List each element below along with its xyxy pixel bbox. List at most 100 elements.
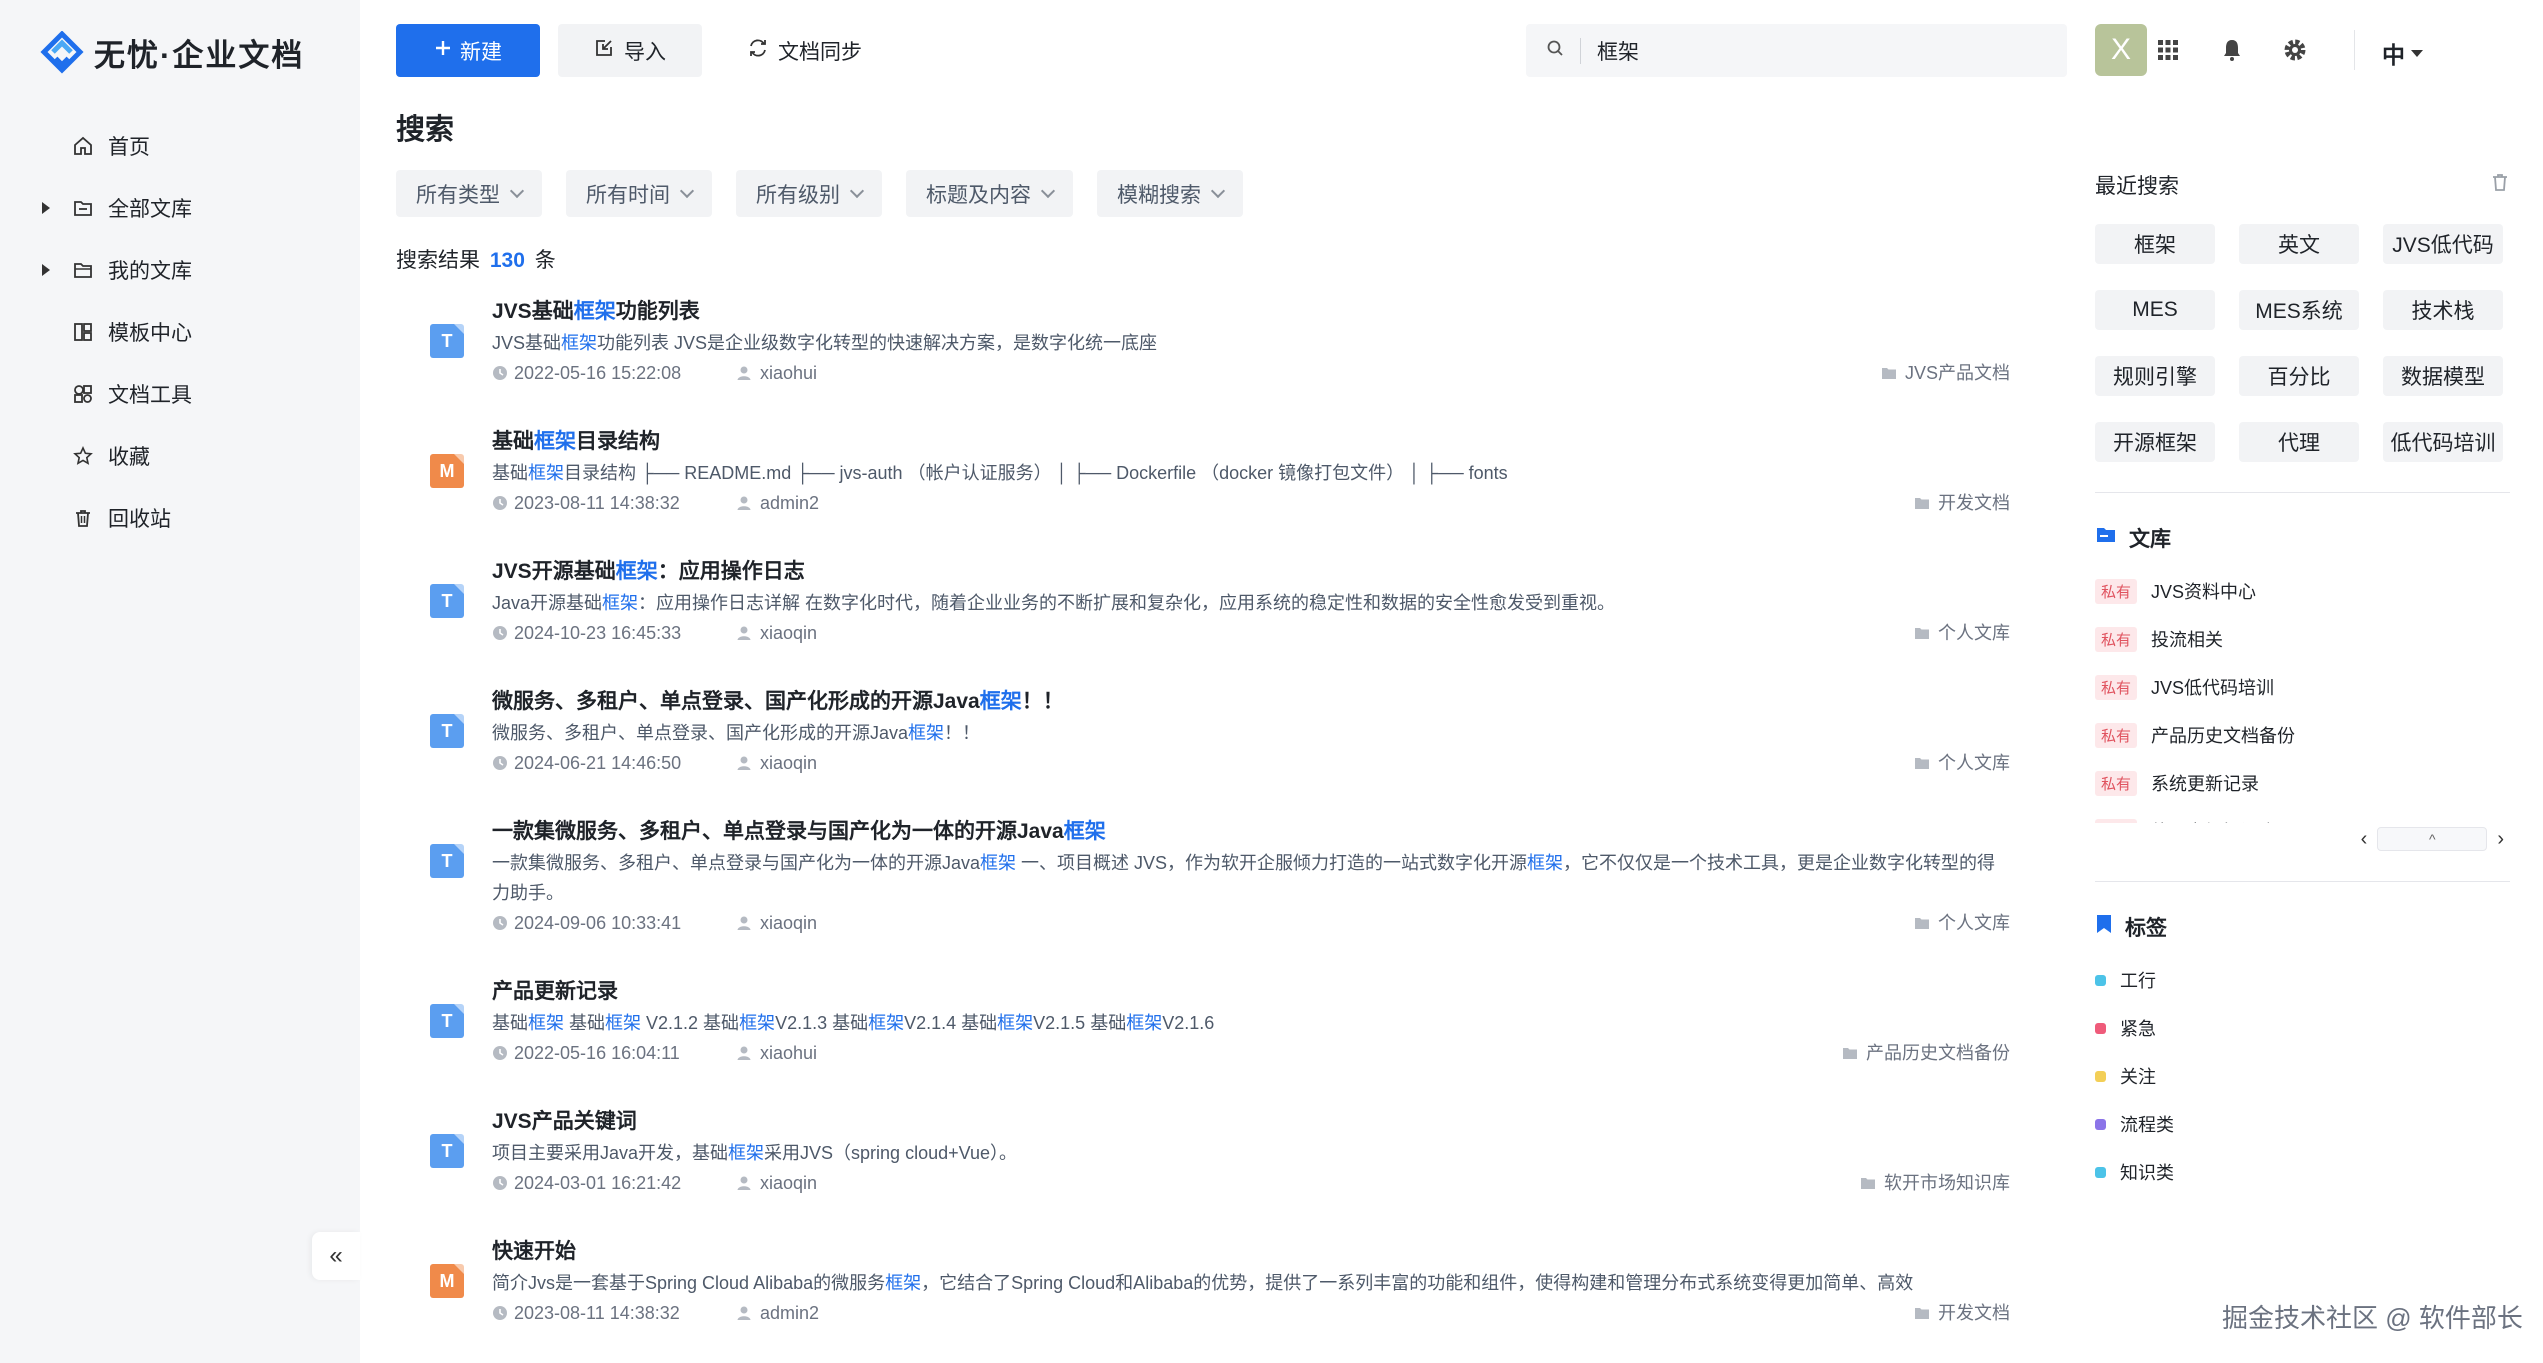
result-item[interactable]: T JVS开源基础框架：应用操作日志 Java开源基础框架：应用操作日志详解 在数字… (430, 556, 2010, 686)
result-item[interactable]: M 快速开始 简介Jvs是一套基于Spring Cloud Alibaba的微服务框… (430, 1236, 2010, 1363)
sync-button[interactable]: 文档同步 (720, 24, 890, 77)
result-library[interactable]: 开发文档 (1914, 488, 2010, 518)
sidebar-item-home[interactable]: 首页 (0, 115, 360, 177)
result-item[interactable]: T JVS基础框架功能列表 JVS基础框架功能列表 JVS是企业级数字化转型的快速解… (430, 296, 2010, 426)
library-item[interactable]: 私有 投流相关 (2095, 615, 2510, 663)
filter-label: 标题及内容 (926, 183, 1031, 207)
label-item[interactable]: 关注 (2095, 1052, 2510, 1100)
gear-icon[interactable] (2279, 34, 2311, 66)
result-title[interactable]: JVS产品关键词 (492, 1106, 2010, 1138)
sidebar-item-label: 收藏 (108, 446, 150, 469)
sidebar-item-label: 回收站 (108, 508, 171, 531)
result-library[interactable]: 开发文档 (1914, 1298, 2010, 1328)
private-badge: 私有 (2095, 818, 2138, 823)
library-name: 投流相关 (2151, 630, 2224, 650)
result-item[interactable]: T 微服务、多租户、单点登录、国产化形成的开源Java框架！！ 微服务、多租户、单点… (430, 686, 2010, 816)
language-switcher[interactable]: 中 (2382, 36, 2423, 70)
import-icon (594, 38, 614, 64)
text-doc-icon: T (430, 844, 464, 878)
result-library[interactable]: 产品历史文档备份 (1842, 1038, 2010, 1068)
collapse-sidebar-button[interactable]: « (312, 1232, 360, 1280)
bell-icon[interactable] (2216, 34, 2248, 66)
result-title[interactable]: 基础框架目录结构 (492, 426, 2010, 458)
result-library[interactable]: 个人文库 (1914, 618, 2010, 648)
recent-search-tag[interactable]: 规则引擎 (2095, 356, 2215, 396)
result-date: 2023-08-11 14:38:32 (492, 1298, 736, 1328)
sidebar-item-all-libraries[interactable]: 全部文库 (0, 177, 360, 239)
sidebar-item-favorites[interactable]: 收藏 (0, 425, 360, 487)
recent-search-tag[interactable]: 代理 (2239, 422, 2359, 462)
pager-next-icon[interactable]: › (2497, 828, 2504, 851)
new-button[interactable]: 新建 (396, 24, 540, 77)
label-item[interactable]: 紧急 (2095, 1004, 2510, 1052)
user-avatar[interactable]: X (2095, 24, 2147, 76)
label-name: 工行 (2120, 971, 2156, 991)
label-item[interactable]: 工行 (2095, 956, 2510, 1004)
recent-search-tag[interactable]: JVS低代码 (2383, 224, 2503, 264)
sidebar-nav: 首页 全部文库 我的文库 模板中心 文档工具 收藏 回收站 (0, 115, 360, 549)
label-item[interactable]: 流程类 (2095, 1100, 2510, 1148)
snippet-text: 一、项目概述 JVS，作为软开企服倾力打造的一站式数字化开源 (1016, 853, 1528, 873)
keyword-highlight: 框架 (1527, 853, 1564, 873)
sidebar-item-recycle-bin[interactable]: 回收站 (0, 487, 360, 549)
result-title[interactable]: 快速开始 (492, 1236, 2010, 1268)
search-input[interactable] (1597, 38, 2017, 63)
search-bar[interactable] (1526, 24, 2067, 77)
result-item[interactable]: T 产品更新记录 基础框架 基础框架 V2.1.2 基础框架V2.1.3 基础框架V… (430, 976, 2010, 1106)
expand-caret-icon[interactable] (42, 202, 50, 214)
recent-search-tag[interactable]: 百分比 (2239, 356, 2359, 396)
sidebar-item-tools[interactable]: 文档工具 (0, 363, 360, 425)
result-title[interactable]: JVS开源基础框架：应用操作日志 (492, 556, 2010, 588)
pager-prev-icon[interactable]: ‹ (2361, 828, 2368, 851)
recent-search-tag[interactable]: 数据模型 (2383, 356, 2503, 396)
library-folder-icon (2095, 524, 2117, 552)
keyword-highlight: 框架 (908, 723, 945, 743)
sidebar-item-templates[interactable]: 模板中心 (0, 301, 360, 363)
recent-search-tag[interactable]: 英文 (2239, 224, 2359, 264)
import-button[interactable]: 导入 (558, 24, 702, 77)
snippet-text: 微服务、多租户、单点登录、国产化形成的开源Java (492, 723, 909, 743)
library-item[interactable]: 私有 产品历史文档备份 (2095, 711, 2510, 759)
toolbar-divider (2354, 30, 2355, 70)
filter-match-mode[interactable]: 模糊搜索 (1097, 170, 1243, 217)
label-name: 流程类 (2120, 1115, 2174, 1135)
search-results-page: 搜索 所有类型 所有时间 所有级别 标题及内容 模糊搜索 搜索结果 130 条 … (360, 100, 2060, 1363)
recent-search-tag[interactable]: MES系统 (2239, 290, 2359, 330)
sidebar-item-my-libraries[interactable]: 我的文库 (0, 239, 360, 301)
library-name: 系统更新记录 (2151, 774, 2260, 794)
recent-search-tag[interactable]: 技术栈 (2383, 290, 2503, 330)
recent-search-tag[interactable]: 低代码培训 (2383, 422, 2503, 462)
library-item[interactable]: 私有 系统更新记录 (2095, 759, 2510, 807)
snippet-text: 功能列表 JVS是企业级数字化转型的快速解决方案，是数字化统一底座 (597, 333, 1158, 353)
library-item[interactable]: 私有 JVS资料中心 (2095, 567, 2510, 615)
recent-search-tag[interactable]: 开源框架 (2095, 422, 2215, 462)
recent-search-tag[interactable]: 框架 (2095, 224, 2215, 264)
apps-grid-icon[interactable] (2152, 34, 2184, 66)
filter-type[interactable]: 所有类型 (396, 170, 542, 217)
result-title[interactable]: 一款集微服务、多租户、单点登录与国产化为一体的开源Java框架 (492, 816, 2010, 848)
library-item[interactable]: 私有 JVS低代码培训 (2095, 663, 2510, 711)
recent-search-tag[interactable]: MES (2095, 290, 2215, 330)
app-logo[interactable]: 无忧·企业文档 (40, 29, 304, 75)
library-name: 产品历史文档备份 (2151, 726, 2296, 746)
result-item[interactable]: T 一款集微服务、多租户、单点登录与国产化为一体的开源Java框架 一款集微服务、多… (430, 816, 2010, 976)
library-item[interactable]: 私有 软开市场知识库 (2095, 807, 2510, 823)
snippet-text: 一款集微服务、多租户、单点登录与国产化为一体的开源Java (492, 853, 981, 873)
folder-icon (1915, 918, 1929, 929)
result-library[interactable]: 个人文库 (1914, 908, 2010, 938)
filter-time[interactable]: 所有时间 (566, 170, 712, 217)
result-title[interactable]: 产品更新记录 (492, 976, 2010, 1008)
filter-level[interactable]: 所有级别 (736, 170, 882, 217)
result-library[interactable]: 软开市场知识库 (1860, 1168, 2010, 1198)
result-item[interactable]: T JVS产品关键词 项目主要采用Java开发，基础框架采用JVS（spring c… (430, 1106, 2010, 1236)
pager-scroll-handle[interactable]: ^ (2377, 827, 2488, 851)
result-library[interactable]: JVS产品文档 (1881, 358, 2010, 388)
label-item[interactable]: 知识类 (2095, 1148, 2510, 1196)
result-library[interactable]: 个人文库 (1914, 748, 2010, 778)
result-title[interactable]: 微服务、多租户、单点登录、国产化形成的开源Java框架！！ (492, 686, 2010, 718)
expand-caret-icon[interactable] (42, 264, 50, 276)
result-item[interactable]: M 基础框架目录结构 基础框架目录结构 ├── README.md ├── jvs-… (430, 426, 2010, 556)
clear-history-trash-icon[interactable] (2490, 172, 2510, 198)
result-title[interactable]: JVS基础框架功能列表 (492, 296, 2010, 328)
filter-scope[interactable]: 标题及内容 (906, 170, 1073, 217)
